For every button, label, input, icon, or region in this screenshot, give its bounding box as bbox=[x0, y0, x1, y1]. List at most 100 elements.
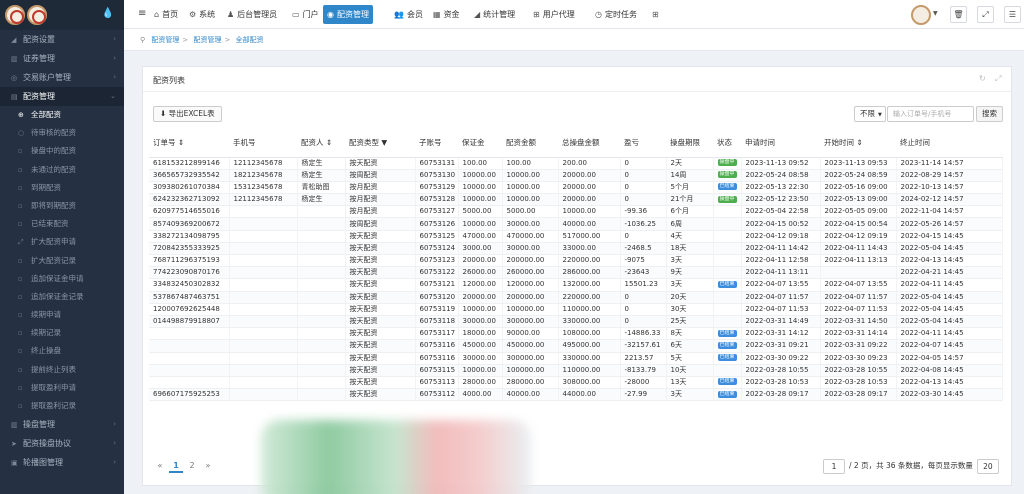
table-cell bbox=[149, 352, 230, 365]
table-row[interactable]: 537867487463751 按天配资 60753120 20000.00 20000… bbox=[149, 291, 1003, 304]
table-cell: 0 bbox=[620, 315, 667, 329]
sidebar-subitem[interactable]: ▫ 追加保证金申请 bbox=[0, 270, 124, 288]
table-cell: 200000.00 bbox=[502, 291, 559, 304]
search-input[interactable] bbox=[887, 106, 974, 122]
sidebar-subitem[interactable]: ▫ 即将到期配资 bbox=[0, 197, 124, 215]
page-size-input[interactable]: 20 bbox=[976, 458, 999, 474]
sidebar-item-menu[interactable]: ▥ 证券管理 › bbox=[0, 49, 124, 68]
breadcrumb-item[interactable]: 配资管理 bbox=[151, 36, 179, 44]
sidebar-subitem[interactable]: ▫ 提前终止列表 bbox=[0, 361, 124, 379]
nav-item-home[interactable]: ⌂ 首页 bbox=[150, 5, 182, 24]
table-header-cell[interactable]: 开始时间 ⇕ bbox=[820, 128, 896, 158]
table-header-cell[interactable]: 盈亏 bbox=[620, 128, 666, 158]
table-row[interactable]: 857409369200672 按周配资 60753126 10000.00 30000… bbox=[149, 217, 1003, 231]
table-header-cell[interactable]: 保证金 bbox=[458, 128, 502, 158]
page-prev-button[interactable]: « bbox=[153, 459, 167, 473]
sidebar-subitem[interactable]: ▫ 提取盈利申请 bbox=[0, 379, 124, 397]
page-next-button[interactable]: » bbox=[201, 459, 215, 473]
sidebar-subitem[interactable]: ▫ 续期记录 bbox=[0, 324, 124, 342]
table-row[interactable]: 618153212899146 12112345678 杨定生 按天配资 6075313… bbox=[149, 157, 1003, 170]
sidebar-subitem[interactable]: ▫ 未通过的配资 bbox=[0, 161, 124, 179]
expand-icon[interactable]: ⤢ bbox=[977, 6, 994, 23]
table-cell: 60753112 bbox=[415, 388, 459, 402]
table-row[interactable]: 624232362713092 12112345678 杨定生 按月配资 6075312… bbox=[149, 193, 1003, 207]
table-header-cell[interactable]: 申请时间 bbox=[741, 128, 820, 158]
sidebar-item-menu[interactable]: ➤ 配资操盘协议 › bbox=[0, 434, 124, 453]
nav-item-clock[interactable]: ◷ 定时任务 bbox=[591, 5, 641, 24]
nav-item-gear[interactable]: ⚙ 系统 bbox=[185, 5, 219, 24]
status-badge: 已结束 bbox=[717, 329, 737, 337]
drop-icon[interactable]: 💧 bbox=[102, 8, 114, 19]
fullscreen-icon[interactable]: ⤢ bbox=[995, 74, 1001, 84]
page-number-button[interactable]: 1 bbox=[169, 459, 183, 473]
trash-icon[interactable]: 🗑 bbox=[950, 6, 967, 23]
table-row[interactable]: 620977514655016 按月配资 60753127 5000.00 5000.0… bbox=[149, 205, 1003, 219]
table-header-cell[interactable]: 子账号 bbox=[415, 128, 458, 158]
sidebar-subitem[interactable]: ○ 待审核的配资 bbox=[0, 124, 124, 142]
table-row[interactable]: 696607175925253 按天配资 60753112 4000.00 40000.… bbox=[149, 388, 1003, 402]
table-header-cell[interactable]: 配资类型 ▼ bbox=[345, 128, 415, 158]
nav-item-monitor[interactable]: ▭ 门户 bbox=[288, 5, 323, 24]
table-header-cell[interactable]: 状态 bbox=[713, 128, 741, 158]
table-row[interactable]: 309380261070384 15312345678 青松助图 按月配资 607531… bbox=[149, 181, 1003, 195]
table-row[interactable]: 768711296375193 按天配资 60753123 20000.00 20000… bbox=[149, 254, 1003, 268]
sidebar-item-menu[interactable]: ▣ 轮播图管理 › bbox=[0, 453, 124, 472]
table-header-cell[interactable]: 操盘期限 bbox=[666, 128, 713, 158]
avatar[interactable] bbox=[911, 5, 931, 25]
sidebar-subitem[interactable]: ▫ 终止操盘 bbox=[0, 342, 124, 360]
table-header-cell[interactable]: 手机号 bbox=[229, 128, 297, 158]
nav-item-chart[interactable]: ◢ 统计管理 bbox=[470, 5, 519, 24]
table-cell: -27.99 bbox=[620, 388, 667, 402]
limit-select[interactable]: 不限 ▼ bbox=[854, 106, 886, 122]
sidebar-subitem[interactable]: ▫ 提取盈利记录 bbox=[0, 397, 124, 415]
sidebar-item-menu[interactable]: ▥ 操盘管理 › bbox=[0, 415, 124, 434]
table-row[interactable]: 338272134098795 按天配资 60753125 47000.00 47000… bbox=[149, 230, 1003, 243]
page-number-button[interactable]: 2 bbox=[185, 459, 199, 473]
sidebar-subitem[interactable]: ▫ 已结束配资 bbox=[0, 215, 124, 233]
table-header-cell[interactable]: 终止时间 bbox=[896, 128, 1002, 158]
table-row[interactable]: 按天配资 60753116 30000.00 300000.00 330000.00 22… bbox=[149, 352, 1003, 365]
table-row[interactable]: 720842355333925 按天配资 60753124 3000.00 30000.… bbox=[149, 242, 1003, 256]
nav-item-grid[interactable]: ⊞ bbox=[648, 5, 666, 24]
table-cell: 按月配资 bbox=[345, 205, 416, 219]
table-row[interactable]: 按天配资 60753116 45000.00 450000.00 495000.00 -3… bbox=[149, 339, 1003, 353]
sidebar-subitem[interactable]: ▫ 到期配资 bbox=[0, 179, 124, 197]
chevron-down-icon[interactable]: ▼ bbox=[933, 10, 938, 17]
sidebar-subitem[interactable]: ⊕ 全部配资 bbox=[0, 106, 124, 124]
sidebar-item-menu[interactable]: ▤ 配资管理 ⌄ bbox=[0, 87, 124, 106]
nav-item-wallet[interactable]: ▦ 资金 bbox=[429, 5, 464, 24]
table-row[interactable]: 014498879918807 按天配资 60753118 30000.00 30000… bbox=[149, 315, 1003, 329]
page-jump-input[interactable]: 1 bbox=[823, 458, 845, 474]
breadcrumb-item[interactable]: 全部配资 bbox=[236, 36, 264, 44]
nav-item-users[interactable]: 👥 会员 bbox=[390, 5, 427, 24]
table-row[interactable]: 366565732935542 18212345678 杨定生 按周配资 6075313… bbox=[149, 169, 1003, 182]
table-header-cell[interactable]: 订单号 ⇕ bbox=[149, 128, 229, 158]
sidebar-item-menu[interactable]: ◎ 交易账户管理 › bbox=[0, 68, 124, 87]
table-row[interactable]: 按天配资 60753113 28000.00 280000.00 308000.00 -2… bbox=[149, 376, 1003, 390]
table-header-cell[interactable]: 配资金额 bbox=[502, 128, 558, 158]
table-row[interactable]: 774223090870176 按天配资 60753122 26000.00 26000… bbox=[149, 266, 1003, 280]
sidebar-subitem[interactable]: ▫ 续期申请 bbox=[0, 306, 124, 324]
table-cell: 20000.00 bbox=[458, 291, 503, 304]
sidebar-item-menu[interactable]: ◢ 配资设置 › bbox=[0, 30, 124, 49]
menu-toggle-icon[interactable]: ≡ bbox=[138, 8, 146, 19]
table-cell: 60753119 bbox=[415, 303, 459, 316]
table-row[interactable]: 120007692625448 按天配资 60753119 10000.00 10000… bbox=[149, 303, 1003, 316]
list-icon[interactable]: ☰ bbox=[1004, 6, 1021, 23]
table-header-cell[interactable]: 总操盘金额 bbox=[558, 128, 620, 158]
breadcrumb-item[interactable]: 配资管理 bbox=[193, 36, 221, 44]
table-row[interactable]: 334832450302832 按天配资 60753121 12000.00 12000… bbox=[149, 278, 1003, 292]
table-row[interactable]: 按天配资 60753117 18000.00 90000.00 108000.00 -14… bbox=[149, 327, 1003, 341]
search-button[interactable]: 搜索 bbox=[976, 106, 1003, 122]
sidebar-subitem[interactable]: ▫ 追加保证金记录 bbox=[0, 288, 124, 306]
sidebar-subitem[interactable]: ▫ 操盘中的配资 bbox=[0, 142, 124, 160]
export-excel-button[interactable]: ⬇ 导出EXCEL表 bbox=[153, 106, 222, 122]
refresh-icon[interactable]: ↻ bbox=[979, 74, 986, 83]
sidebar-subitem[interactable]: ▫ 扩大配资记录 bbox=[0, 252, 124, 270]
nav-item-org[interactable]: ⊞ 用户代理 bbox=[529, 5, 579, 24]
sidebar-subitem[interactable]: ⤢ 扩大配资申请 bbox=[0, 233, 124, 251]
table-header-cell[interactable]: 配资人 ⇕ bbox=[297, 128, 345, 158]
nav-item-user[interactable]: ♟ 后台管理员 bbox=[223, 5, 281, 24]
nav-item-disc[interactable]: ◉ 配资管理 bbox=[323, 5, 373, 24]
table-row[interactable]: 按天配资 60753115 10000.00 100000.00 110000.00 -8… bbox=[149, 364, 1003, 377]
